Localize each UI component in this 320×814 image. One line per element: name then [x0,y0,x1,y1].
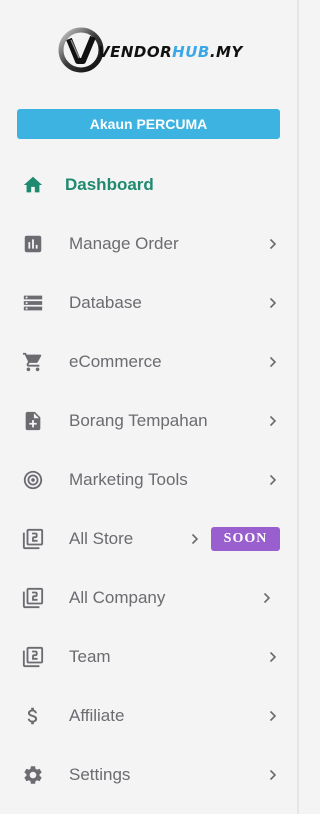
chevron-right-icon [267,769,279,781]
sidebar-item-team[interactable]: Team [0,627,297,686]
chevron-right-icon [261,592,273,604]
chevron-right-icon [267,238,279,250]
sidebar-item-affiliate[interactable]: Affiliate [0,686,297,745]
storage-icon [21,291,45,315]
sidebar-item-database[interactable]: Database [0,273,297,332]
chevron-right-icon [267,297,279,309]
sidebar-item-ecommerce[interactable]: eCommerce [0,332,297,391]
chart-icon [21,232,45,256]
brand-text-main: VENDOR [98,43,173,61]
sidebar-item-label: Manage Order [69,233,179,253]
account-plan-badge[interactable]: Akaun PERCUMA [17,109,280,139]
sidebar-item-label: All Company [69,587,166,607]
dollar-icon [21,704,45,728]
chevron-right-icon [267,710,279,722]
soon-badge: SOON [211,526,280,551]
home-icon [21,173,45,197]
sidebar-item-label: Database [69,292,142,312]
sidebar-item-label: Marketing Tools [69,469,188,489]
sidebar-item-all-store[interactable]: All Store SOON [0,509,297,568]
sidebar-item-label: Team [69,646,111,666]
chevron-right-icon [189,533,201,545]
sidebar-menu: Dashboard Manage Order Database eCommerc… [0,155,297,804]
sidebar-item-label: Dashboard [65,174,154,194]
sidebar-item-settings[interactable]: Settings [0,745,297,804]
sidebar-item-label: Affiliate [69,705,125,725]
chevron-right-icon [267,474,279,486]
brand-text-tld: .MY [209,43,243,61]
brand-logo[interactable]: VENDORHUB.MY [58,24,243,76]
filter-2-icon [21,527,45,551]
sidebar-item-all-company[interactable]: All Company [0,568,297,627]
sidebar-item-manage-order[interactable]: Manage Order [0,214,297,273]
sidebar-item-borang-tempahan[interactable]: Borang Tempahan [0,391,297,450]
sidebar: VENDORHUB.MY Akaun PERCUMA Dashboard Man… [0,0,299,814]
brand-text-accent: HUB [172,43,210,61]
gear-icon [21,763,45,787]
chevron-right-icon [267,651,279,663]
cart-icon [21,350,45,374]
chevron-right-icon [267,415,279,427]
sidebar-item-marketing-tools[interactable]: Marketing Tools [0,450,297,509]
note-add-icon [21,409,45,433]
target-icon [21,468,45,492]
sidebar-item-label: Settings [69,764,131,784]
chevron-right-icon [267,356,279,368]
brand-wordmark: VENDORHUB.MY [98,43,243,61]
sidebar-item-label: All Store [69,528,134,548]
sidebar-item-dashboard[interactable]: Dashboard [0,155,297,214]
sidebar-item-label: Borang Tempahan [69,410,208,430]
filter-2-icon [21,645,45,669]
sidebar-item-label: eCommerce [69,351,162,371]
filter-2-icon [21,586,45,610]
